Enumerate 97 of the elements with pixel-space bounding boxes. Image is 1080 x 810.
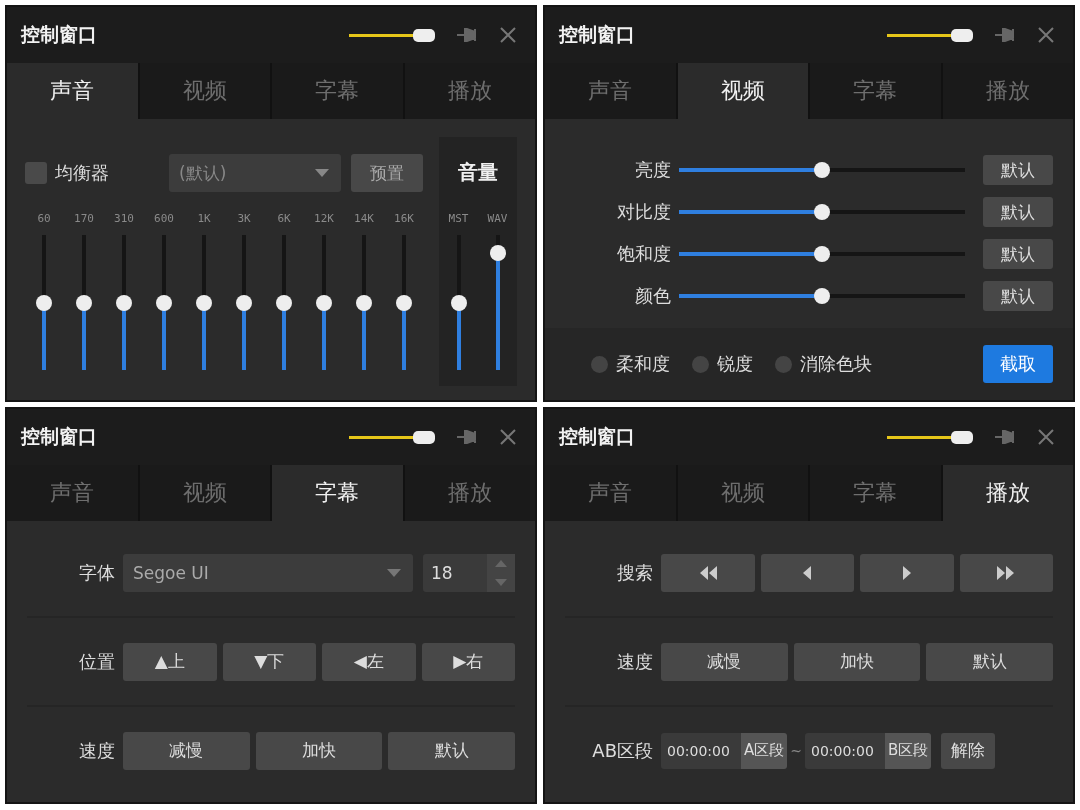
capture-button[interactable]: 截取 (983, 345, 1053, 383)
slider-label: 亮度 (634, 158, 671, 182)
volume-title: 音量 (458, 159, 498, 186)
option-button[interactable]: 默认 (388, 731, 515, 770)
option-button[interactable]: 减慢 (123, 731, 250, 770)
option-label: 消除色块 (800, 352, 872, 376)
band-label: 16K (394, 212, 414, 225)
pin-icon[interactable] (995, 26, 1017, 44)
slider-thumb[interactable] (76, 294, 92, 311)
channel-label: MST (448, 212, 469, 225)
row-label: 速度 (616, 649, 653, 674)
option-label: 锐度 (717, 352, 753, 376)
left-arrow-icon (802, 565, 813, 580)
default-button[interactable]: 默认 (983, 197, 1053, 227)
band-label: 12K (314, 212, 334, 225)
pin-icon[interactable] (995, 428, 1017, 446)
option-button[interactable]: 减慢 (661, 642, 788, 681)
band-label: 14K (354, 212, 374, 225)
slider-thumb[interactable] (196, 294, 212, 311)
radio-button[interactable] (775, 355, 792, 373)
tab[interactable]: 播放 (942, 465, 1073, 521)
slider-thumb[interactable] (814, 246, 830, 262)
band-label: 170 (74, 212, 94, 225)
band-label: 60 (37, 212, 51, 225)
row-label: 速度 (78, 738, 115, 763)
slider-thumb[interactable] (156, 294, 172, 311)
radio-button[interactable] (591, 355, 608, 373)
slider-thumb[interactable] (276, 294, 292, 311)
slider-thumb[interactable] (116, 294, 132, 311)
window-title: 控制窗口 (21, 424, 97, 449)
pin-icon[interactable] (457, 428, 479, 446)
row-label: 搜索 (616, 560, 653, 585)
tab[interactable]: 声音 (7, 63, 140, 119)
band-label: 6K (277, 212, 291, 225)
rewind-button[interactable] (661, 553, 755, 592)
fast-forward-button[interactable] (959, 553, 1053, 592)
option-button[interactable]: 默认 (926, 642, 1053, 681)
size-field[interactable]: 18 (423, 553, 487, 592)
band-label: 310 (114, 212, 134, 225)
window-title: 控制窗口 (21, 22, 97, 47)
checkbox[interactable] (25, 162, 47, 184)
slider-thumb[interactable] (396, 294, 412, 311)
time-field[interactable]: 00:00:00 (661, 732, 741, 769)
slider-thumb[interactable] (450, 294, 467, 311)
option-label: 柔和度 (616, 352, 670, 376)
slider-thumb[interactable] (951, 28, 973, 42)
slider-thumb[interactable] (814, 204, 830, 220)
slider-thumb[interactable] (316, 294, 332, 311)
channel-label: WAV (487, 212, 508, 225)
caret-icon (315, 169, 329, 177)
slider-thumb[interactable] (814, 288, 830, 304)
slider-thumb[interactable] (36, 294, 52, 311)
band-label: 3K (237, 212, 251, 225)
close-icon[interactable] (1037, 26, 1055, 44)
close-icon[interactable] (499, 26, 517, 44)
band-label: 600 (154, 212, 174, 225)
set-a-button[interactable]: A区段 (741, 732, 788, 769)
slider-thumb[interactable] (951, 430, 973, 444)
close-icon[interactable] (499, 428, 517, 446)
tab[interactable]: 视频 (677, 63, 810, 119)
slider-thumb[interactable] (356, 294, 372, 311)
row-label: AB区段 (591, 738, 653, 763)
radio-button[interactable] (692, 355, 709, 373)
default-button[interactable]: 默认 (983, 239, 1053, 269)
time-field[interactable]: 00:00:00 (805, 732, 885, 769)
slider-thumb[interactable] (413, 28, 435, 42)
pin-icon[interactable] (457, 26, 479, 44)
option-button[interactable]: ▼下 (222, 642, 316, 681)
default-button[interactable]: 默认 (983, 155, 1053, 185)
slider-thumb[interactable] (236, 294, 252, 311)
clear-button[interactable]: 解除 (941, 732, 996, 769)
font-dropdown[interactable]: Segoe UI (123, 553, 413, 592)
row-label: 字体 (78, 560, 115, 585)
right-arrow-icon (901, 565, 912, 580)
equalizer-label: 均衡器 (55, 161, 109, 185)
range-separator: ~ (790, 742, 802, 759)
option-button[interactable]: ▶右 (421, 642, 515, 681)
set-b-button[interactable]: B区段 (885, 732, 932, 769)
slider-thumb[interactable] (413, 430, 435, 444)
slider-label: 颜色 (634, 284, 671, 308)
slider-label: 饱和度 (616, 242, 671, 266)
option-button[interactable]: ▲上 (123, 642, 217, 681)
row-label: 位置 (78, 649, 115, 674)
window-title: 控制窗口 (559, 22, 635, 47)
band-label: 1K (197, 212, 211, 225)
option-button[interactable]: ◀左 (322, 642, 416, 681)
option-button[interactable]: 加快 (255, 731, 383, 770)
slider-thumb[interactable] (489, 244, 506, 261)
window-title: 控制窗口 (559, 424, 635, 449)
close-icon[interactable] (1037, 428, 1055, 446)
tab[interactable]: 字幕 (272, 465, 405, 521)
preset-button[interactable]: 预置 (351, 154, 423, 192)
option-button[interactable]: 加快 (793, 642, 921, 681)
slider-thumb[interactable] (814, 162, 830, 178)
default-button[interactable]: 默认 (983, 281, 1053, 311)
slider-label: 对比度 (616, 200, 671, 224)
caret-icon (387, 568, 401, 577)
